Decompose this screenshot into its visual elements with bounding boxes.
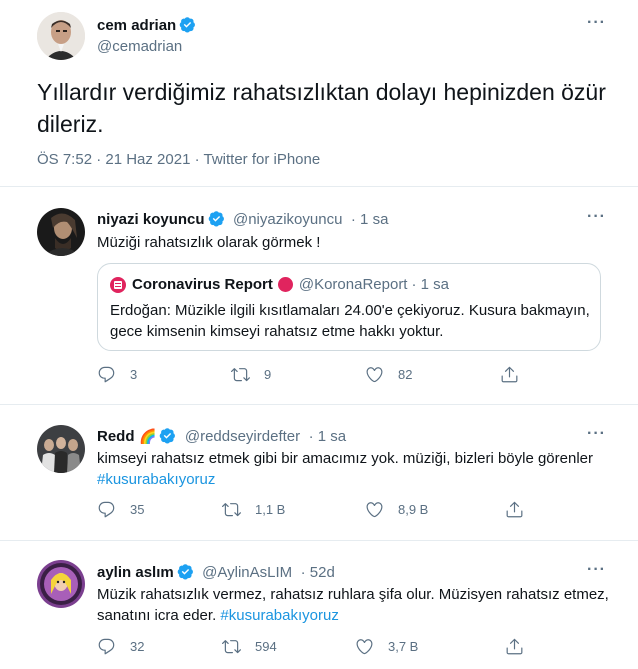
verified-badge-icon	[177, 564, 193, 580]
retweet-icon	[222, 640, 241, 654]
more-options-icon[interactable]: ···	[587, 14, 606, 32]
share-icon	[506, 638, 523, 655]
share-button[interactable]	[500, 365, 533, 384]
heart-icon	[366, 367, 383, 383]
news-logo-icon	[110, 276, 126, 293]
reply-header: Redd 🌈 @reddseyirdefter · 1 sa	[97, 427, 346, 446]
reply-header: niyazi koyuncu @niyazikoyuncu · 1 sa	[97, 210, 388, 229]
hashtag-link[interactable]: #kusurabakıyoruz	[220, 607, 338, 624]
tweet-time[interactable]: · 1 sa	[351, 211, 389, 228]
share-icon	[506, 501, 523, 518]
more-options-icon[interactable]: ···	[587, 208, 606, 226]
tweet-text: Yıllardır verdiğimiz rahatsızlıktan dola…	[37, 79, 606, 137]
reply-count: 3	[130, 367, 138, 382]
avatar[interactable]	[37, 12, 85, 60]
share-icon	[501, 366, 518, 383]
share-button[interactable]	[505, 637, 538, 656]
retweet-icon	[222, 503, 241, 517]
reply-text-body: kimseyi rahatsız etmek gibi bir amacımız…	[97, 450, 594, 467]
verified-badge-icon	[179, 17, 196, 33]
retweet-button[interactable]: 1,1 B	[222, 500, 285, 519]
quote-author-handle[interactable]: @KoronaReport	[299, 276, 408, 293]
reply-text: Müziği rahatsızlık olarak görmek !	[97, 234, 321, 251]
author-name[interactable]: cem adrian	[97, 16, 196, 34]
share-button[interactable]	[505, 500, 538, 519]
heart-icon	[356, 639, 373, 655]
verified-badge-icon	[160, 428, 176, 444]
retweet-count: 1,1 B	[255, 502, 286, 517]
reply-button[interactable]: 35	[97, 500, 144, 519]
divider	[0, 404, 638, 405]
like-count: 8,9 B	[398, 502, 429, 517]
retweet-count: 9	[264, 367, 272, 382]
reply-button[interactable]: 3	[97, 365, 137, 384]
tweet-time[interactable]: · 1 sa	[309, 428, 347, 445]
retweet-button[interactable]: 9	[231, 365, 271, 384]
author-handle[interactable]: @niyazikoyuncu	[233, 211, 342, 228]
like-button[interactable]: 82	[365, 365, 412, 384]
reply-count: 35	[130, 502, 145, 517]
reply-icon	[98, 501, 115, 518]
author-name-text: cem adrian	[97, 17, 177, 34]
reply-text: Müzik rahatsızlık vermez, rahatsız ruhla…	[97, 584, 617, 626]
reply-icon	[98, 638, 115, 655]
quote-author-name[interactable]: Coronavirus Report	[132, 276, 273, 293]
verified-badge-icon	[208, 211, 224, 227]
heart-icon	[366, 502, 383, 518]
reply-header: aylin aslım @AylinAsLIM · 52d	[97, 563, 335, 582]
hashtag-link[interactable]: #kusurabakıyoruz	[97, 471, 215, 488]
quote-header: Coronavirus Report @KoronaReport · 1 sa	[110, 276, 449, 293]
like-button[interactable]: 8,9 B	[365, 500, 428, 519]
reply-text: kimseyi rahatsız etmek gibi bir amacımız…	[97, 448, 607, 490]
divider	[0, 540, 638, 541]
author-name[interactable]: aylin aslım	[97, 564, 174, 581]
author-handle[interactable]: @cemadrian	[97, 38, 182, 55]
live-dot-icon	[277, 277, 293, 292]
author-handle[interactable]: @reddseyirdefter	[185, 428, 300, 445]
author-name[interactable]: niyazi koyuncu	[97, 211, 205, 228]
quote-time[interactable]: · 1 sa	[411, 276, 449, 293]
tweet-time[interactable]: · 52d	[301, 564, 335, 581]
like-count: 82	[398, 367, 413, 382]
reply-icon	[98, 366, 115, 383]
author-handle[interactable]: @AylinAsLIM	[202, 564, 292, 581]
more-options-icon[interactable]: ···	[587, 561, 606, 579]
like-button[interactable]: 3,7 B	[355, 637, 418, 656]
reply-text-line2: sanatını icra eder.	[97, 607, 217, 624]
like-count: 3,7 B	[388, 639, 419, 654]
quote-tweet-card[interactable]: Coronavirus Report @KoronaReport · 1 sa …	[97, 263, 601, 351]
avatar[interactable]	[37, 560, 85, 608]
avatar[interactable]	[37, 425, 85, 473]
author-name[interactable]: Redd	[97, 428, 135, 445]
reply-button[interactable]: 32	[97, 637, 144, 656]
more-options-icon[interactable]: ···	[587, 425, 606, 443]
retweet-count: 594	[255, 639, 277, 654]
reply-count: 32	[130, 639, 145, 654]
tweet-timestamp[interactable]: ÖS 7:52 · 21 Haz 2021 · Twitter for iPho…	[37, 151, 320, 168]
quote-text: Erdoğan: Müzikle ilgili kısıtlamaları 24…	[110, 302, 590, 340]
rainbow-emoji: 🌈	[138, 428, 157, 444]
reply-text-line1: Müzik rahatsızlık vermez, rahatsız ruhla…	[97, 586, 609, 603]
divider	[0, 186, 638, 187]
retweet-button[interactable]: 594	[222, 637, 277, 656]
retweet-icon	[231, 368, 250, 382]
avatar[interactable]	[37, 208, 85, 256]
